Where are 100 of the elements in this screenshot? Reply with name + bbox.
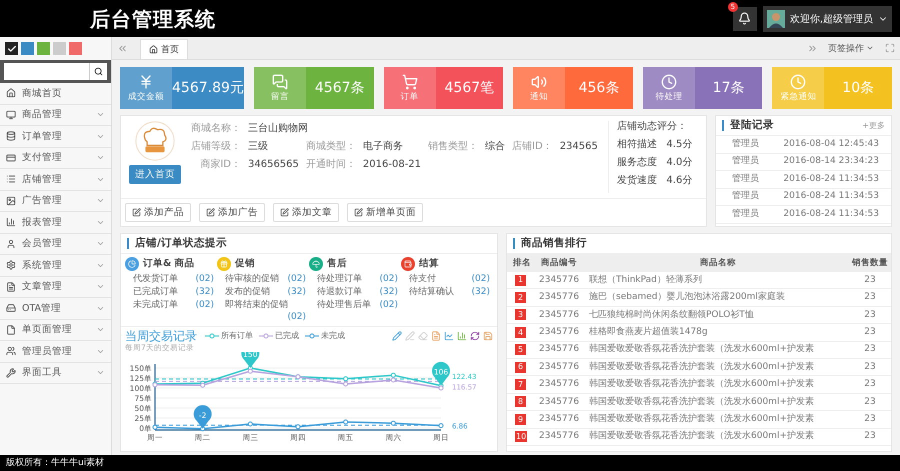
footer: 版权所有：牛牛牛ui素材 [0,455,900,471]
table-cell: 23 [849,376,891,394]
field-value: 2016-08-21 [362,159,422,171]
stat-label: 成交金额 [128,92,164,102]
status-label: 发布的促销 [225,286,270,298]
table-cell: 23 [849,428,891,446]
table-cell: 2345776 [537,394,587,412]
field-label: 店铺ID： [512,141,553,153]
login-time: 2016-08-24 11:34:53 [783,191,879,202]
rank-badge: 5 [515,344,526,356]
rating-text: 服务态度 4.0分 [616,157,694,169]
table-cell: 23 [849,324,891,342]
login-time: 2016-08-04 12:45:43 [783,138,879,150]
stat-label: 待处理 [655,92,682,102]
table-cell: 韩国爱敬爱敬香氛花香洗护套装（洗发水600ml+护发素 [587,342,849,359]
group-title: 结算 [419,258,439,270]
login-user: 管理员 [732,191,759,202]
column-header: 排名 [507,254,537,272]
table-cell: 2345776 [537,428,587,446]
login-user: 管理员 [732,138,759,150]
table-cell: 2345776 [537,306,587,324]
chart-title: 当周交易记录 [125,329,197,344]
stat-label: 紧急通知 [780,92,816,102]
field-label: 店铺等级： [191,141,241,153]
field-label: 开通时间： [306,159,356,171]
login-user: 管理员 [732,208,759,220]
status-label: 待处理售后单 [317,299,371,311]
table-cell: 2345776 [537,324,587,342]
table-cell: 韩国爱敬爱敬香氛花香洗护套装（洗发水600ml+护发素 [587,394,849,412]
table-cell: 2345776 [537,342,587,359]
table-cell: 韩国爱敬爱敬香氛花香洗护套装（洗发水600ml+护发素 [587,428,849,446]
table-cell: 23 [849,358,891,376]
status-label: 待结算确认 [409,286,454,298]
column-header: 销售数量 [849,254,891,272]
group-title: 售后 [327,258,347,270]
table-cell: 23 [849,342,891,359]
panel-title: 店铺/订单状态提示 [135,237,227,250]
panel-title: 登陆记录 [730,119,774,132]
stat-value: 17条 [712,78,746,98]
stat-label: 留言 [270,92,289,102]
login-user: 管理员 [732,174,759,185]
field-label: 销售类型： [428,141,478,153]
table-cell: 桂格即食燕麦片超值装1478g [587,324,849,342]
login-time: 2016-08-24 11:34:53 [783,208,879,220]
field-value: 电子商务 [362,141,404,153]
status-label: 待处理订单 [317,273,362,285]
table-cell: 2345776 [537,272,587,290]
rank-badge: 2 [515,292,526,304]
status-label: 待审核的促销 [225,273,279,285]
stat-value: 10条 [841,78,876,98]
login-time: 2016-08-24 11:34:53 [783,174,879,185]
group-title: 订单& 商品 [143,258,195,270]
table-cell: 韩国爱敬爱敬香氛花香洗护套装（洗发水600ml+护发素 [587,358,849,376]
stat-value: 456条 [578,78,620,98]
status-label: 已完成订单 [133,286,178,298]
table-cell: 韩国爱敬爱敬香氛花香洗护套装（洗发水600ml+护发素 [587,411,849,429]
stat-label: 通知 [530,92,548,102]
rank-badge: 3 [515,309,526,320]
rank-badge: 1 [515,274,526,286]
field-value: 234565 [560,141,598,153]
table-cell: 23 [849,272,891,290]
table-cell: 23 [849,306,891,324]
stat-value: 4567.89元 [172,78,244,98]
status-label: 代发货订单 [133,273,178,285]
rank-badge: 7 [515,379,526,390]
rating-text: 发货速度 4.6分 [616,175,694,187]
status-label: 即将结束的促销 [225,299,288,311]
column-header: 商品编号 [537,254,587,272]
stat-value: 4567条 [314,78,366,98]
field-value: 综合 [485,141,506,153]
field-label: 商家ID： [199,159,241,171]
rating-title: 店铺动态评分： [616,121,688,133]
column-header: 商品名称 [587,254,849,272]
rank-badge: 9 [515,414,526,425]
status-label: 未完成订单 [133,299,178,311]
rank-badge: 8 [515,396,526,408]
app-title: 后台管理系统 [90,6,216,30]
login-user: 管理员 [732,156,759,168]
login-time: 2016-08-14 23:34:23 [783,156,879,168]
field-value: 34656565 [248,159,299,171]
table-cell: 23 [849,394,891,412]
table-cell: 2345776 [537,289,587,307]
group-title: 促销 [235,258,255,270]
field-label: 商城类型： [306,141,356,153]
table-cell: 七匹狼纯棉时尚休闲条纹翻领POLO衫T恤 [587,306,849,324]
table-cell: 施巴（sebamed）婴儿泡泡沐浴露200ml家庭装 [587,289,849,307]
table-cell: 23 [849,289,891,307]
status-label: 待支付 [409,273,436,285]
rank-badge: 4 [515,326,526,338]
table-cell: 2345776 [537,376,587,394]
table-cell: 2345776 [537,358,587,376]
panel-title: 商品销售排行 [521,237,587,250]
table-cell: 韩国爱敬爱敬香氛花香洗护套装（洗发水600ml+护发素 [587,376,849,394]
rank-badge: 10 [515,431,528,442]
rating-text: 相符描述 4.5分 [616,139,694,151]
stat-value: 4567笔 [444,78,496,98]
table-cell: 联想（ThinkPad）轻薄系列 [587,272,849,290]
field-label: 商城名称： [191,123,241,135]
field-value: 三台山购物网 [248,123,309,135]
stat-label: 订单 [400,92,419,102]
